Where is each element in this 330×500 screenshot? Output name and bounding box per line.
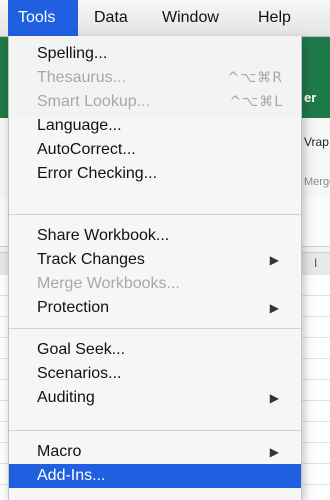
triangle-right-icon: ▶	[269, 391, 279, 405]
menu-separator	[9, 328, 301, 329]
menu-item-label: Merge Workbooks...	[37, 275, 180, 292]
menu-item-smart-lookup: Smart Lookup... ^⌥⌘L	[9, 90, 301, 114]
menu-separator	[9, 214, 301, 215]
menubar-help[interactable]: Help	[248, 0, 310, 36]
triangle-right-icon: ▶	[269, 445, 279, 459]
menu-item-label: Macro	[37, 443, 82, 460]
menu-item-label: Goal Seek...	[37, 341, 126, 358]
menu-item-label: Auditing	[37, 389, 95, 406]
menu-item-scenarios[interactable]: Scenarios...	[9, 362, 301, 386]
menu-item-label: Scenarios...	[37, 365, 122, 382]
menu-item-language[interactable]: Language...	[9, 114, 301, 138]
menu-item-label: Smart Lookup...	[37, 93, 150, 110]
menu-item-spelling[interactable]: Spelling...	[9, 42, 301, 66]
menu-item-error-checking[interactable]: Error Checking...	[9, 162, 301, 186]
menu-item-label: Error Checking...	[37, 165, 158, 182]
menu-item-merge-workbooks: Merge Workbooks...	[9, 272, 301, 296]
menu-separator	[9, 430, 301, 431]
triangle-right-icon: ▶	[269, 253, 279, 267]
keyboard-shortcut: ^⌥⌘L	[229, 94, 283, 110]
menu-item-label: Track Changes	[37, 251, 145, 268]
menu-item-goal-seek[interactable]: Goal Seek...	[9, 338, 301, 362]
menu-item-macro[interactable]: Macro ▶	[9, 440, 301, 464]
ribbon-tab-partial-label: er	[304, 90, 317, 105]
menu-item-auditing[interactable]: Auditing ▶	[9, 386, 301, 410]
menu-item-share-workbook[interactable]: Share Workbook...	[9, 224, 301, 248]
menu-item-label: Add-Ins...	[37, 467, 106, 484]
menubar-tools[interactable]: Tools	[8, 0, 78, 36]
wrap-text-partial-label[interactable]: Vrap	[304, 135, 329, 149]
menu-item-label: AutoCorrect...	[37, 141, 136, 158]
menu-item-label: Language...	[37, 117, 122, 134]
tools-dropdown-menu: Spelling... Thesaurus... ^⌥⌘R Smart Look…	[8, 36, 302, 500]
menu-bar: Tools Data Window Help	[0, 0, 330, 37]
menu-item-protection[interactable]: Protection ▶	[9, 296, 301, 320]
menu-item-label: Thesaurus...	[37, 69, 126, 86]
keyboard-shortcut: ^⌥⌘R	[227, 70, 283, 86]
menubar-data[interactable]: Data	[84, 0, 144, 36]
menu-item-label: Share Workbook...	[37, 227, 170, 244]
column-header-letter[interactable]: I	[314, 256, 317, 270]
menu-item-track-changes[interactable]: Track Changes ▶	[9, 248, 301, 272]
menu-item-label: Protection	[37, 299, 110, 316]
triangle-right-icon: ▶	[269, 301, 279, 315]
menu-item-thesaurus: Thesaurus... ^⌥⌘R	[9, 66, 301, 90]
merge-partial-label[interactable]: Merge	[304, 176, 330, 188]
menu-item-add-ins[interactable]: Add-Ins...	[9, 464, 301, 488]
menu-item-autocorrect[interactable]: AutoCorrect...	[9, 138, 301, 162]
menubar-window[interactable]: Window	[152, 0, 240, 36]
menu-item-label: Spelling...	[37, 45, 108, 62]
